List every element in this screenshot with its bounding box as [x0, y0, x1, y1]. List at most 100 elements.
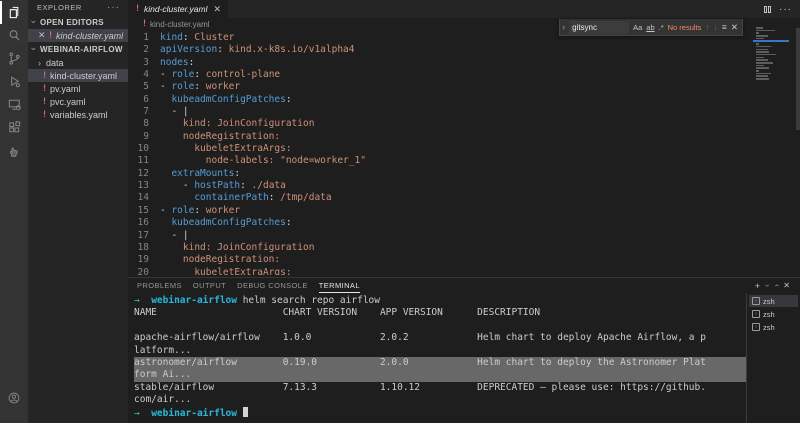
terminal-line: com/air... [134, 394, 746, 406]
code-editor[interactable]: 1kind: Cluster2apiVersion: kind.x-k8s.io… [128, 30, 800, 275]
open-editors-header[interactable]: › OPEN EDITORS [28, 15, 128, 29]
code-line[interactable]: 10 kubeletExtraArgs: [128, 143, 800, 155]
code-line[interactable]: 7 - | [128, 106, 800, 118]
close-icon[interactable]: ✕ [213, 4, 221, 15]
code-line[interactable]: 12 extraMounts: [128, 168, 800, 180]
minimap-line [756, 51, 769, 53]
more-actions-icon[interactable]: ··· [779, 4, 792, 15]
sidebar-more-actions-icon[interactable]: ··· [107, 2, 120, 13]
search-icon[interactable] [0, 24, 28, 47]
terminal-line: latform... [134, 345, 746, 357]
minimap-line [756, 57, 764, 59]
chevron-down-icon: › [29, 18, 39, 26]
line-number: 2 [128, 44, 160, 56]
yaml-file-icon: ! [48, 31, 53, 41]
terminal-line: → webinar-airflow [134, 407, 746, 420]
maximize-panel-icon[interactable]: › [771, 284, 780, 287]
whole-word-icon[interactable]: ab [646, 23, 654, 32]
terminal-line: apache-airflow/airflow 1.0.0 2.0.2 Helm … [134, 332, 746, 344]
terminal-session-zsh[interactable]: ›zsh [749, 321, 798, 333]
minimap-line [756, 43, 759, 45]
line-number: 4 [128, 69, 160, 81]
new-terminal-icon[interactable]: + [755, 281, 760, 291]
remote-explorer-icon[interactable] [0, 93, 28, 116]
find-in-selection-icon[interactable]: ≡ [722, 22, 727, 32]
code-line[interactable]: 13 - hostPath: ./data [128, 180, 800, 192]
code-line[interactable]: 19 nodeRegistration: [128, 254, 800, 266]
tab-label: kind-cluster.yaml [144, 4, 207, 14]
close-icon[interactable]: ✕ [38, 30, 45, 41]
code-line[interactable]: 5- role: worker [128, 81, 800, 93]
chevron-right-icon: › [36, 58, 43, 68]
explorer-icon[interactable] [0, 1, 28, 24]
tree-item-pv-yaml[interactable]: !pv.yaml [28, 82, 128, 95]
terminal-line: → webinar-airflow helm search repo airfl… [134, 295, 746, 307]
extensions-icon[interactable] [0, 116, 28, 139]
file-tree: ›data!kind-cluster.yaml!pv.yaml!pvc.yaml… [28, 56, 128, 121]
toggle-replace-icon[interactable]: › [562, 22, 565, 32]
minimap-line [756, 73, 771, 75]
run-debug-icon[interactable] [0, 70, 28, 93]
terminal-icon: › [752, 297, 760, 305]
code-line[interactable]: 4- role: control-plane [128, 69, 800, 81]
account-icon[interactable] [0, 386, 28, 409]
tab-kind-cluster-yaml[interactable]: ! kind-cluster.yaml ✕ [128, 0, 228, 18]
open-editors-list: ✕!kind-cluster.yaml [28, 29, 128, 42]
terminal-line-selected: form Ai... [134, 369, 746, 381]
terminal-session-zsh[interactable]: ›zsh [749, 295, 798, 307]
panel-tab-output[interactable]: OUTPUT [193, 278, 226, 293]
code-line[interactable]: 8 kind: JoinConfiguration [128, 118, 800, 130]
minimap[interactable] [756, 27, 785, 81]
minimap-line [756, 65, 764, 67]
code-line[interactable]: 11 node-labels: "node=worker_1" [128, 155, 800, 167]
terminal-session-list: ›zsh›zsh›zsh [746, 293, 800, 423]
workspace-folder-header[interactable]: › WEBINAR-AIRFLOW [28, 42, 128, 56]
close-icon[interactable]: ✕ [731, 22, 738, 33]
yaml-file-icon: ! [42, 84, 47, 94]
line-number: 18 [128, 242, 160, 254]
minimap-line [756, 70, 759, 72]
code-line[interactable]: 3nodes: [128, 57, 800, 69]
match-case-icon[interactable]: Aa [633, 23, 642, 32]
terminal-output[interactable]: → webinar-airflow helm search repo airfl… [128, 293, 746, 423]
yaml-file-icon: ! [42, 71, 47, 81]
code-line[interactable]: 9 nodeRegistration: [128, 131, 800, 143]
tree-item-kind-cluster-yaml[interactable]: !kind-cluster.yaml [28, 69, 128, 82]
tree-item-variables-yaml[interactable]: !variables.yaml [28, 108, 128, 121]
code-line[interactable]: 18 kind: JoinConfiguration [128, 242, 800, 254]
terminal-line: NAME CHART VERSION APP VERSION DESCRIPTI… [134, 307, 746, 319]
tree-item-data[interactable]: ›data [28, 56, 128, 69]
line-number: 16 [128, 217, 160, 229]
line-number: 11 [128, 155, 160, 167]
line-number: 1 [128, 32, 160, 44]
code-line[interactable]: 20 kubeletExtraArgs: [128, 267, 800, 275]
panel-tab-debug-console[interactable]: DEBUG CONSOLE [237, 278, 308, 293]
hand-extension-icon[interactable] [0, 139, 28, 162]
next-match-icon[interactable]: ↓ [714, 22, 718, 32]
line-number: 7 [128, 106, 160, 118]
tree-item-pvc-yaml[interactable]: !pvc.yaml [28, 95, 128, 108]
code-line[interactable]: 2apiVersion: kind.x-k8s.io/v1alpha4 [128, 44, 800, 56]
line-number: 15 [128, 205, 160, 217]
code-line[interactable]: 15- role: worker [128, 205, 800, 217]
panel-tab-terminal[interactable]: TERMINAL [319, 278, 360, 293]
terminal-session-zsh[interactable]: ›zsh [749, 308, 798, 320]
code-line[interactable]: 17 - | [128, 230, 800, 242]
close-panel-icon[interactable]: ✕ [783, 281, 790, 290]
code-line[interactable]: 6 kubeadmConfigPatches: [128, 94, 800, 106]
minimap-line [756, 59, 768, 61]
open-editor-item[interactable]: ✕!kind-cluster.yaml [28, 29, 128, 42]
terminal-panel: PROBLEMSOUTPUTDEBUG CONSOLETERMINAL + › … [128, 277, 800, 423]
code-line[interactable]: 16 kubeadmConfigPatches: [128, 217, 800, 229]
find-input[interactable]: gitsync [569, 21, 629, 34]
line-number: 9 [128, 131, 160, 143]
editor-scrollbar[interactable] [796, 28, 800, 130]
panel-tab-problems[interactable]: PROBLEMS [137, 278, 182, 293]
minimap-line [756, 75, 768, 77]
split-editor-icon[interactable] [764, 6, 771, 13]
source-control-icon[interactable] [0, 47, 28, 70]
prev-match-icon[interactable]: ↑ [705, 22, 709, 32]
terminal-dropdown-icon[interactable]: › [763, 284, 772, 287]
code-line[interactable]: 14 containerPath: /tmp/data [128, 192, 800, 204]
regex-icon[interactable]: .* [659, 23, 664, 32]
